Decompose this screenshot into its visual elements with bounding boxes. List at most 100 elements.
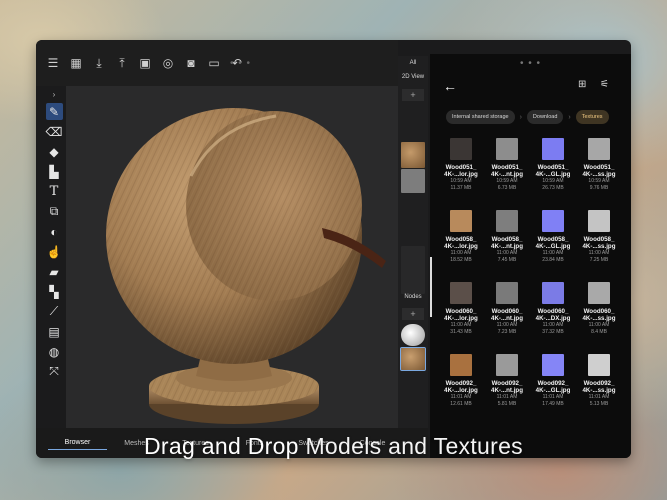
- file-tile[interactable]: Wood058_ 4K-...lor.jpg 11:00 AM 18.52 MB: [438, 210, 484, 264]
- caption-strong: Drag and Drop: [144, 433, 299, 459]
- breadcrumb: Internal shared storage › Download › Tex…: [446, 110, 609, 124]
- file-tile[interactable]: Wood058_ 4K-...nt.jpg 11:00 AM 7.45 MB: [484, 210, 530, 264]
- 3d-viewport[interactable]: [66, 86, 398, 428]
- file-thumbnail: [588, 210, 610, 232]
- file-tile[interactable]: Wood058_ 4K-...ss.jpg 11:00 AM 7.25 MB: [576, 210, 622, 264]
- file-size: 8.4 MB: [591, 329, 607, 335]
- fill-bucket-icon[interactable]: ◆: [46, 143, 63, 160]
- file-size: 23.84 MB: [542, 257, 564, 263]
- top-toolbar: ☰ ▦ ⤓ ⤒ ▣ ◎ ◙ ▭ ↶ • • •: [36, 40, 398, 86]
- file-tile[interactable]: Wood092_ 4K-...nt.jpg 11:01 AM 5.81 MB: [484, 354, 530, 408]
- image-icon[interactable]: ▣: [138, 56, 152, 70]
- projection-icon[interactable]: ▰: [46, 263, 63, 280]
- upload-icon[interactable]: ⤒: [115, 56, 129, 70]
- menu-icon[interactable]: ☰: [46, 56, 60, 70]
- file-tile[interactable]: Wood060_ 4K-...DX.jpg 11:00 AM 37.32 MB: [530, 282, 576, 336]
- settings-sliders-icon[interactable]: ⚟: [600, 79, 609, 90]
- breadcrumb-internal-storage[interactable]: Internal shared storage: [446, 110, 515, 124]
- layer-thumb-wood[interactable]: [401, 142, 425, 168]
- file-name-line-2: 4K-...ss.jpg: [582, 243, 616, 251]
- file-name-line-2: 4K-...GL.jpg: [535, 243, 571, 251]
- file-name-line-2: 4K-...lor.jpg: [444, 387, 478, 395]
- nodes-label[interactable]: Nodes: [398, 294, 428, 300]
- file-name-line-1: Wood058_: [491, 236, 523, 243]
- file-size: 7.45 MB: [497, 257, 517, 263]
- add-layer-button[interactable]: +: [402, 89, 424, 101]
- file-name-line-1: Wood060_: [445, 308, 477, 315]
- browser-header: ← ⊞ ⚟: [430, 78, 631, 98]
- file-thumbnail: [542, 138, 564, 160]
- file-tile[interactable]: Wood092_ 4K-...lor.jpg 11:01 AM 12.61 MB: [438, 354, 484, 408]
- file-thumbnail: [450, 354, 472, 376]
- download-icon[interactable]: ⤓: [92, 56, 106, 70]
- new-folder-icon[interactable]: ⊞: [578, 79, 586, 90]
- eyedropper-icon[interactable]: ⟋: [46, 303, 63, 320]
- file-tile[interactable]: Wood060_ 4K-...lor.jpg 11:00 AM 31.43 MB: [438, 282, 484, 336]
- file-thumbnail: [450, 282, 472, 304]
- adjust-icon[interactable]: ▤: [46, 323, 63, 340]
- smudge-icon[interactable]: ▙: [46, 163, 63, 180]
- chevron-right-icon[interactable]: ›: [53, 90, 56, 100]
- brush-icon[interactable]: ✎: [45, 103, 63, 120]
- file-size: 12.61 MB: [450, 401, 472, 407]
- breadcrumb-download[interactable]: Download: [526, 110, 564, 124]
- toolbar-grip[interactable]: • • •: [230, 58, 251, 69]
- file-name-line-1: Wood060_: [491, 308, 523, 315]
- opacity-icon[interactable]: ◐: [46, 223, 63, 240]
- file-tile[interactable]: Wood051_ 4K-...GL.jpg 10:59 AM 26.73 MB: [530, 138, 576, 192]
- node-thumb-wood[interactable]: [400, 347, 426, 371]
- file-name-line-1: Wood092_: [583, 380, 615, 387]
- file-name-line-1: Wood058_: [445, 236, 477, 243]
- file-size: 11.37 MB: [450, 185, 472, 191]
- file-size: 26.73 MB: [542, 185, 564, 191]
- file-name-line-2: 4K-...ss.jpg: [582, 171, 616, 179]
- 2d-view-label[interactable]: 2D View: [398, 74, 428, 80]
- file-name-line-1: Wood058_: [537, 236, 569, 243]
- file-thumbnail: [542, 354, 564, 376]
- file-name-line-2: 4K-...ss.jpg: [582, 387, 616, 395]
- file-time: 10:59 AM: [496, 178, 518, 185]
- file-tile[interactable]: Wood060_ 4K-...ss.jpg 11:00 AM 8.4 MB: [576, 282, 622, 336]
- file-tile[interactable]: Wood092_ 4K-...GL.jpg 11:01 AM 17.49 MB: [530, 354, 576, 408]
- breadcrumb-textures[interactable]: Textures: [575, 110, 609, 124]
- file-name-line-2: 4K-...nt.jpg: [491, 243, 523, 251]
- file-tile[interactable]: Wood051_ 4K-...nt.jpg 10:59 AM 6.73 MB: [484, 138, 530, 192]
- file-tile[interactable]: Wood051_ 4K-...ss.jpg 10:59 AM 9.76 MB: [576, 138, 622, 192]
- panel-grip[interactable]: • • •: [520, 58, 541, 69]
- layer-mask-icon[interactable]: ▚: [46, 283, 63, 300]
- grid-icon[interactable]: ▦: [69, 56, 83, 70]
- add-node-button[interactable]: +: [402, 308, 424, 320]
- file-name-line-2: 4K-...lor.jpg: [444, 243, 478, 251]
- file-thumbnail: [496, 354, 518, 376]
- wood-sphere-model[interactable]: [66, 86, 398, 428]
- file-name-line-1: Wood051_: [583, 164, 615, 171]
- file-thumbnail: [542, 210, 564, 232]
- tool-column: › ✎ ⌫ ◆ ▙ T ⧉ ◐ ☝ ▰ ▚ ⟋ ▤ ◍ ⤧: [44, 90, 64, 415]
- file-name-line-2: 4K-...lor.jpg: [444, 315, 478, 323]
- file-tile[interactable]: Wood092_ 4K-...ss.jpg 11:01 AM 5.13 MB: [576, 354, 622, 408]
- file-tile[interactable]: Wood051_ 4K-...lor.jpg 10:59 AM 11.37 MB: [438, 138, 484, 192]
- file-thumbnail: [496, 138, 518, 160]
- target-icon[interactable]: ◎: [161, 56, 175, 70]
- layer-strip: All 2D View + Nodes +: [398, 56, 428, 428]
- file-tile[interactable]: Wood060_ 4K-...nt.jpg 11:00 AM 7.23 MB: [484, 282, 530, 336]
- file-tile[interactable]: Wood058_ 4K-...GL.jpg 11:00 AM 23.84 MB: [530, 210, 576, 264]
- node-thumb-white[interactable]: [401, 324, 425, 346]
- text-icon[interactable]: T: [46, 183, 63, 200]
- filter-all-label[interactable]: All: [398, 60, 428, 66]
- layer-thumb-empty[interactable]: [401, 246, 425, 294]
- file-time: 11:00 AM: [496, 250, 518, 257]
- layer-thumb-gray[interactable]: [401, 169, 425, 193]
- breadcrumb-separator-icon: ›: [568, 113, 571, 121]
- camera-icon[interactable]: ◙: [184, 56, 198, 70]
- eraser-icon[interactable]: ⌫: [46, 123, 63, 140]
- file-time: 11:00 AM: [588, 322, 610, 329]
- file-thumbnail: [496, 282, 518, 304]
- transform-icon[interactable]: ⧉: [46, 203, 63, 220]
- back-arrow-icon[interactable]: ←: [443, 78, 457, 94]
- axis-icon[interactable]: ⤧: [46, 363, 63, 380]
- hand-pick-icon[interactable]: ☝: [46, 243, 63, 260]
- video-icon[interactable]: ▭: [207, 56, 221, 70]
- material-icon[interactable]: ◍: [46, 343, 63, 360]
- panel-resize-handle[interactable]: [430, 257, 432, 317]
